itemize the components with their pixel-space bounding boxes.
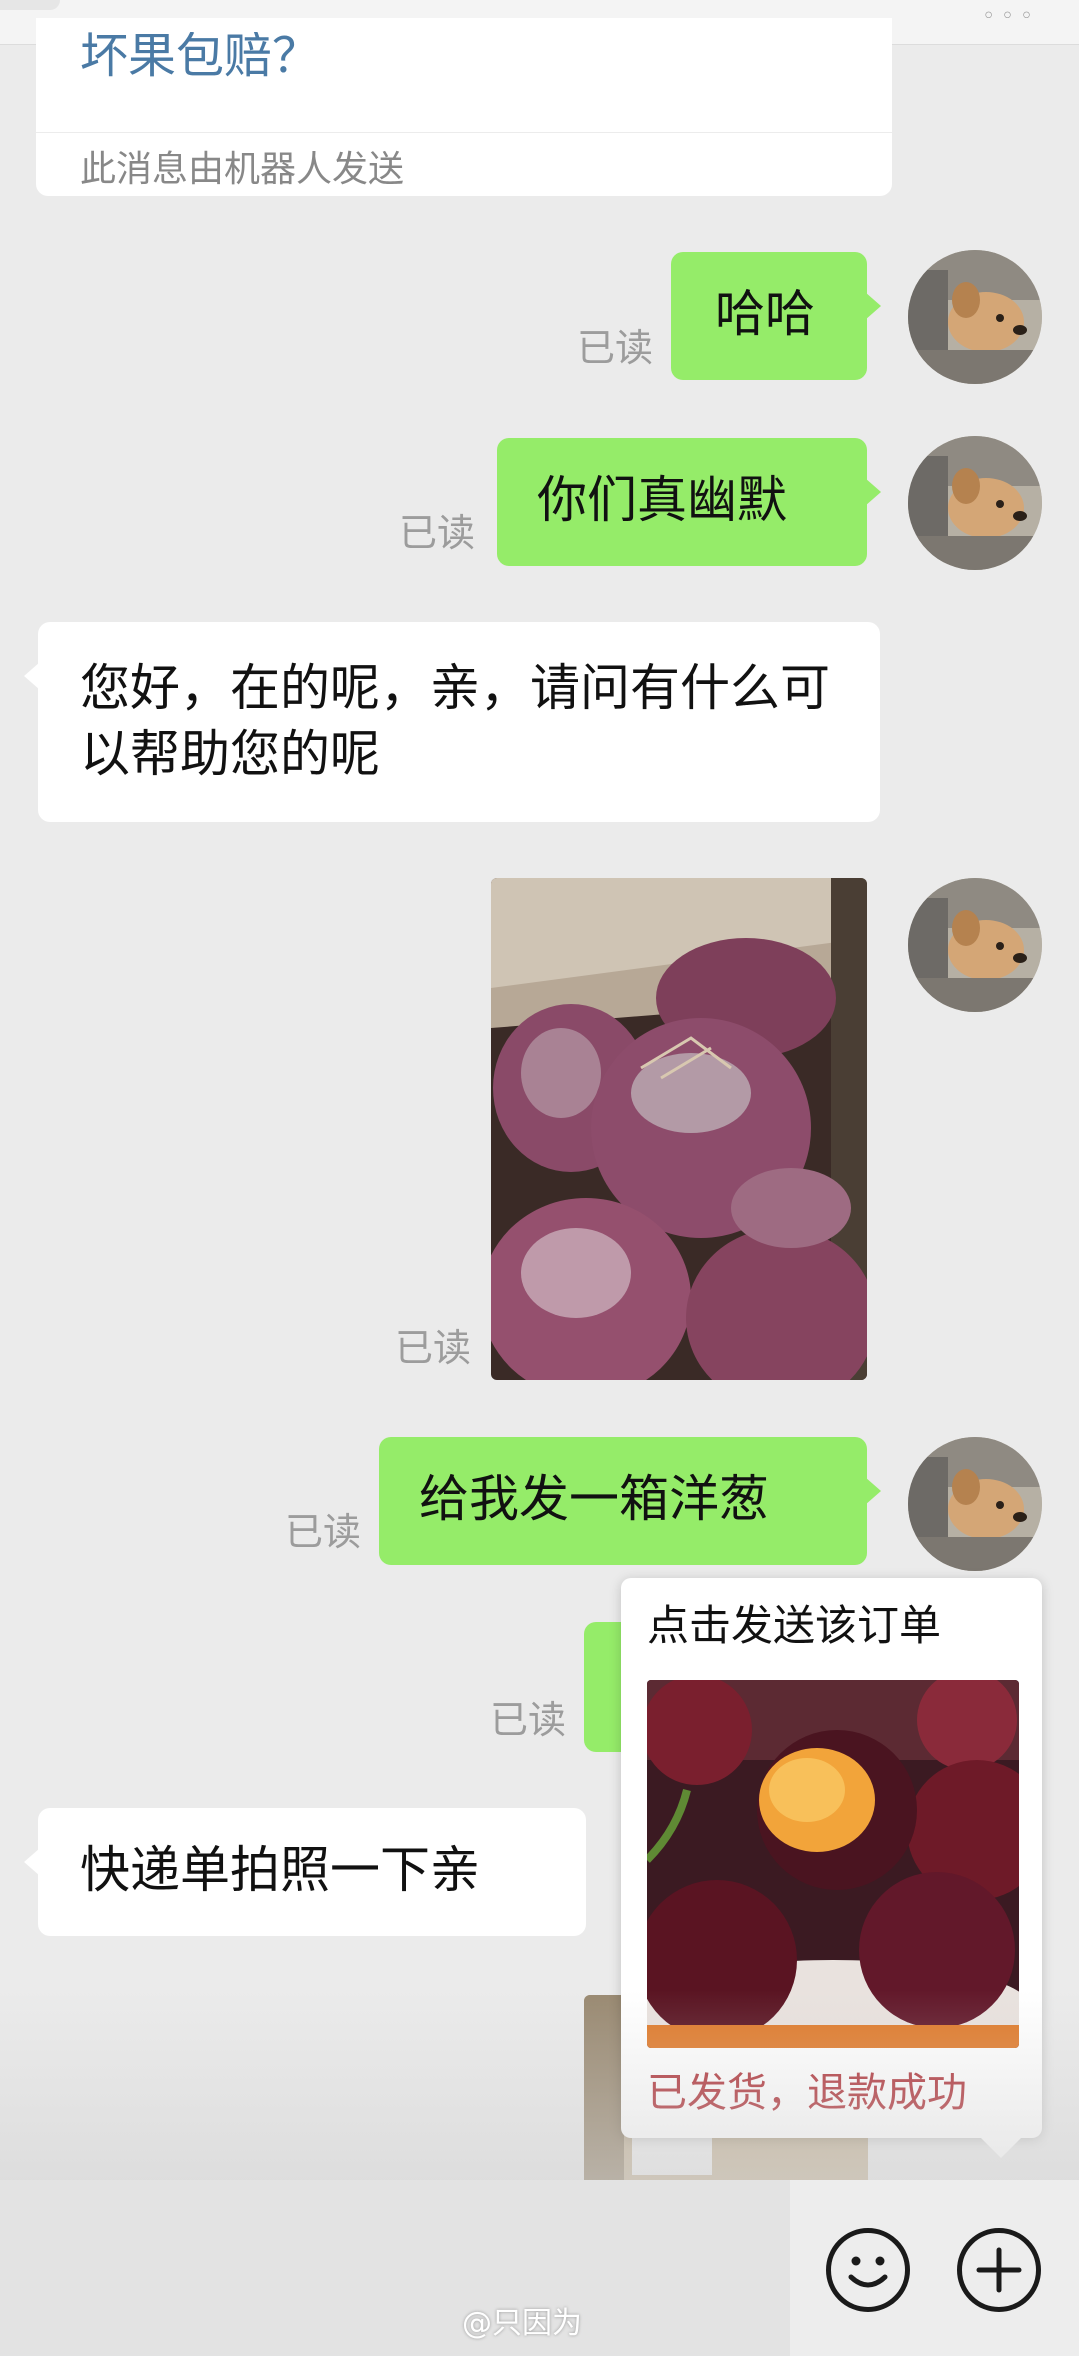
my-message-bubble[interactable]: 你们真幽默 — [497, 438, 881, 566]
photo-edge — [584, 1995, 624, 2180]
order-status-text: 已发货，退款成功 — [647, 2070, 967, 2116]
order-popup-title[interactable]: 点击发送该订单 — [647, 1600, 941, 1652]
my-avatar[interactable] — [908, 1437, 1042, 1571]
onion-photo[interactable] — [491, 878, 867, 1380]
top-tab-edge — [0, 0, 60, 10]
my-avatar[interactable] — [908, 436, 1042, 570]
read-receipt: 已读 — [490, 1698, 567, 1742]
read-receipt: 已读 — [399, 511, 476, 555]
bot-message-card[interactable]: 坏果包赔？ 此消息由机器人发送 — [36, 18, 892, 196]
read-receipt: 已读 — [285, 1510, 362, 1554]
order-popup[interactable]: 点击发送该订单 已发货，退款成功 — [621, 1578, 1042, 2158]
their-message-bubble[interactable]: 快递单拍照一下亲 — [24, 1808, 586, 1936]
dog-avatar-icon — [908, 1437, 1042, 1571]
onion-box-image — [491, 878, 867, 1380]
product-image[interactable] — [647, 1680, 1019, 2048]
my-avatar[interactable] — [908, 250, 1042, 384]
plus-sign — [976, 2247, 1022, 2293]
bot-card-note: 此消息由机器人发送 — [80, 149, 405, 190]
bot-card-divider — [36, 132, 892, 133]
my-message-bubble[interactable]: 哈哈 — [671, 252, 881, 380]
dog-avatar-icon — [908, 878, 1042, 1012]
plus-icon[interactable] — [957, 2228, 1041, 2312]
weibo-watermark: @只因为 — [462, 2306, 582, 2341]
dog-avatar-icon — [908, 436, 1042, 570]
label-fragment — [632, 2135, 712, 2175]
read-receipt: 已读 — [577, 326, 654, 370]
dog-avatar-icon — [908, 250, 1042, 384]
my-avatar[interactable] — [908, 878, 1042, 1012]
smiley-icon[interactable] — [826, 2228, 910, 2312]
status-dots-icon: ◦◦◦ — [982, 4, 1039, 29]
plum-product-image — [647, 1680, 1019, 2048]
bot-card-question: 坏果包赔？ — [80, 32, 321, 78]
their-message-bubble[interactable]: 您好，在的呢，亲，请问有什么可以帮助您的呢 — [24, 622, 880, 822]
my-message-bubble[interactable]: 给我发一箱洋葱 — [379, 1437, 881, 1565]
smiley-face — [848, 2256, 888, 2288]
read-receipt: 已读 — [395, 1326, 472, 1370]
